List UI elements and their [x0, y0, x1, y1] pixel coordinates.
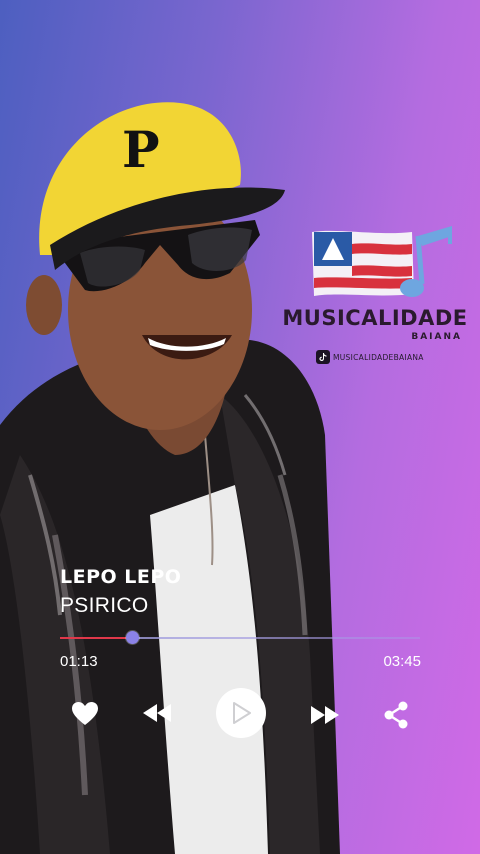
- progress-thumb[interactable]: [126, 631, 139, 644]
- brand-subtitle: BAIANA: [411, 332, 462, 342]
- play-button[interactable]: [216, 688, 266, 738]
- rewind-button[interactable]: [141, 702, 173, 724]
- elapsed-time: 01:13: [60, 653, 98, 670]
- share-button[interactable]: [381, 700, 411, 730]
- artist-photo: P: [0, 102, 340, 854]
- progress-bar[interactable]: [60, 631, 420, 644]
- like-button[interactable]: [70, 699, 100, 727]
- share-icon: [384, 701, 408, 729]
- play-icon: [233, 702, 251, 724]
- svg-text:P: P: [122, 120, 160, 179]
- heart-icon: [72, 701, 98, 725]
- social-handle: MUSICALIDADEBAIANA: [333, 352, 424, 362]
- fast-forward-button[interactable]: [309, 704, 341, 726]
- progress-fill: [60, 637, 132, 639]
- rewind-icon: [143, 704, 171, 722]
- total-duration: 03:45: [383, 653, 421, 670]
- social-link[interactable]: MUSICALIDADEBAIANA: [316, 350, 424, 364]
- bahia-flag-music-note-icon: [312, 226, 452, 297]
- tiktok-icon: [316, 350, 330, 364]
- brand-title: MUSICALIDADE: [282, 306, 468, 330]
- brand-logo: MUSICALIDADE BAIANA MUSICALIDADEBAIANA: [282, 222, 470, 372]
- fast-forward-icon: [311, 706, 339, 724]
- song-title: LEPO LEPO: [60, 566, 182, 588]
- song-artist: PSIRICO: [60, 594, 149, 617]
